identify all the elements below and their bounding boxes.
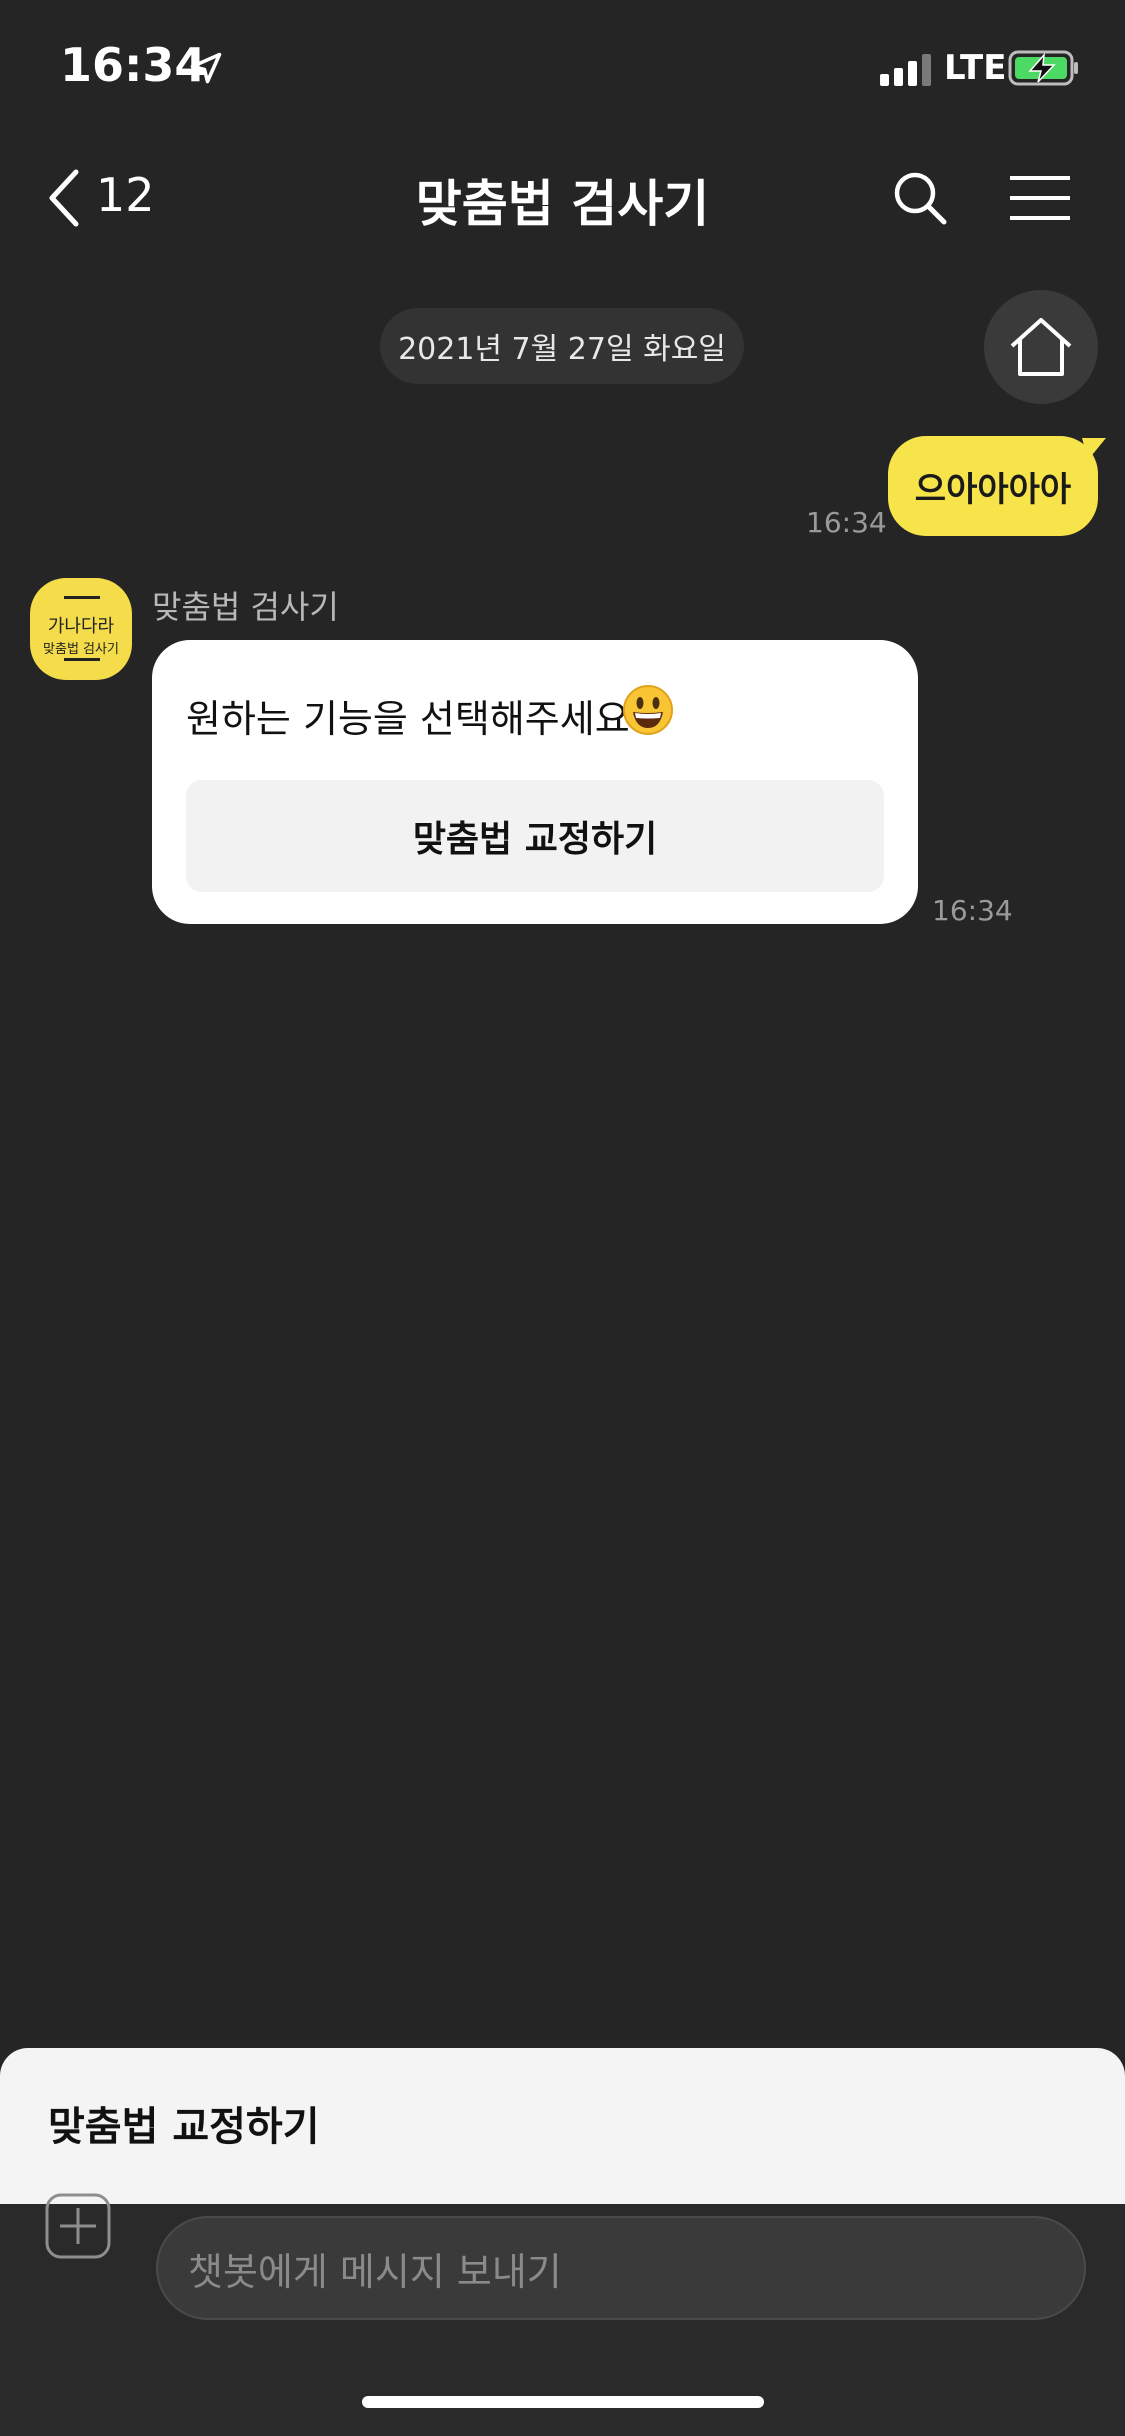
plus-icon[interactable] xyxy=(44,2192,112,2260)
message-timestamp: 16:34 xyxy=(806,506,887,539)
signal-strength-icon xyxy=(880,54,931,86)
search-icon[interactable] xyxy=(890,168,950,228)
quick-reply-panel: 맞춤법 교정하기 xyxy=(0,2048,1125,2204)
bot-avatar[interactable]: 가나다라 맞춤법 검사기 xyxy=(30,578,132,680)
menu-icon[interactable] xyxy=(1008,174,1072,222)
bot-message-text: 원하는 기능을 선택해주세요 xyxy=(186,697,630,741)
message-input[interactable]: 챗봇에게 메시지 보내기 xyxy=(156,2216,1086,2320)
bot-message-card: 원하는 기능을 선택해주세요 맞춤법 교정하기 xyxy=(152,640,918,924)
home-button[interactable] xyxy=(984,290,1098,404)
avatar-sub-text: 맞춤법 검사기 xyxy=(43,642,119,657)
quick-reply-item[interactable]: 맞춤법 교정하기 xyxy=(48,2094,320,2152)
correct-spelling-button[interactable]: 맞춤법 교정하기 xyxy=(186,780,884,892)
avatar-main-text: 가나다라 xyxy=(47,616,115,637)
home-icon xyxy=(1010,318,1072,376)
location-arrow-icon xyxy=(190,52,222,84)
bot-sender-name: 맞춤법 검사기 xyxy=(152,588,339,626)
grinning-face-icon xyxy=(623,685,673,735)
chat-title: 맞춤법 검사기 xyxy=(415,175,710,233)
status-time: 16:34 xyxy=(60,38,207,92)
battery-charging-icon xyxy=(1008,50,1078,86)
network-type: LTE xyxy=(944,48,1007,88)
home-indicator[interactable] xyxy=(362,2396,764,2408)
message-timestamp: 16:34 xyxy=(932,894,1013,927)
date-divider: 2021년 7월 27일 화요일 xyxy=(380,308,744,384)
my-message-bubble[interactable]: 으아아아아 xyxy=(888,436,1098,536)
bubble-tail xyxy=(1082,438,1106,460)
